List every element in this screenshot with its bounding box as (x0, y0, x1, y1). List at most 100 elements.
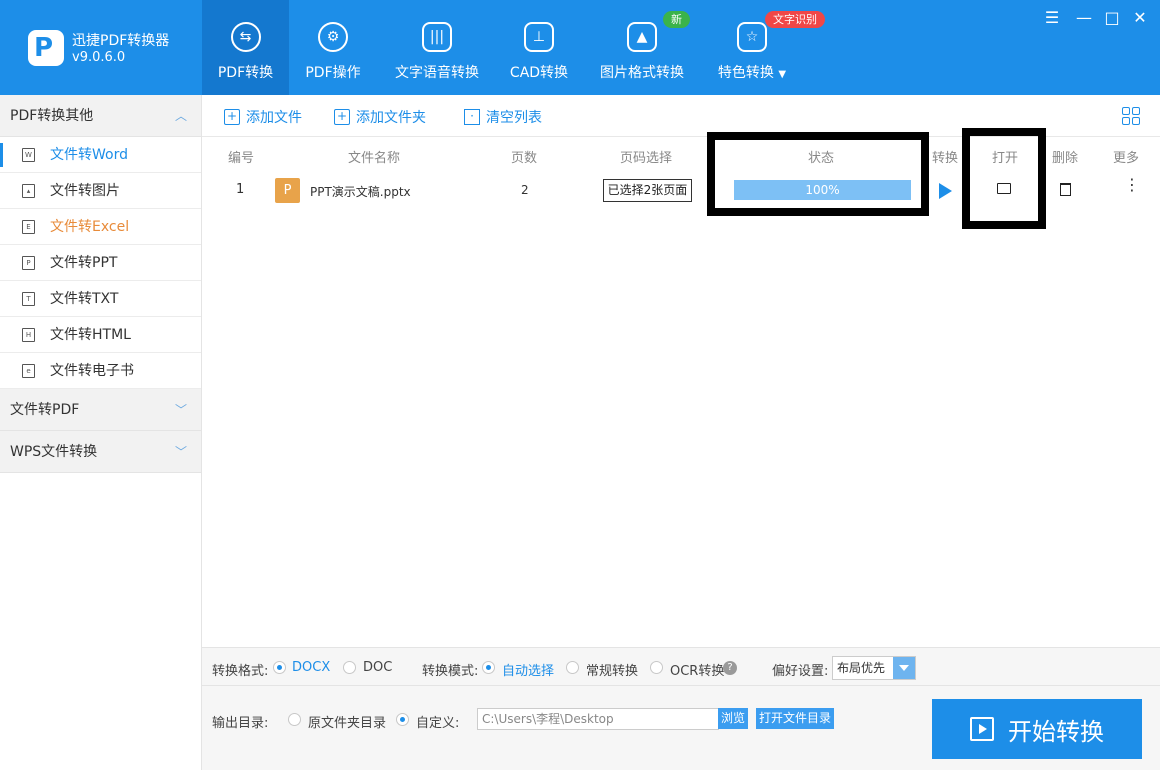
mode-normal-label[interactable]: 常规转换 (586, 660, 638, 679)
more-icon[interactable]: ⋮ (1124, 177, 1140, 193)
nav-label: 图片格式转换 (600, 65, 684, 81)
nav-label: 文字语音转换 (395, 65, 479, 81)
audio-wave-icon: ||| (422, 22, 452, 52)
play-icon[interactable] (939, 183, 952, 199)
row-index: 1 (236, 182, 245, 197)
output-path-input[interactable]: C:\Users\李程\Desktop (477, 708, 719, 730)
row-filename: PPT演示文稿.pptx (310, 185, 411, 199)
top-bar: P 迅捷PDF转换器 v9.0.6.0 ⇆ PDF转换 ⚙ PDF操作 ||| … (0, 0, 1160, 95)
app-version: v9.0.6.0 (72, 50, 126, 65)
app-name: 迅捷PDF转换器 (72, 33, 170, 49)
nav-pdf-ops[interactable]: ⚙ PDF操作 (289, 0, 377, 95)
pref-select[interactable]: 布局优先 (832, 656, 916, 680)
nav-cad[interactable]: ⊥ CAD转换 (502, 0, 576, 95)
close-icon[interactable]: ✕ (1130, 8, 1150, 27)
delete-icon[interactable] (1060, 183, 1071, 196)
format-label: 转换格式: (212, 664, 269, 679)
page-select-button[interactable]: 已选择2张页面 (603, 179, 692, 202)
pdf-convert-icon: ⇆ (230, 22, 261, 52)
image-icon: ▲ (627, 22, 657, 52)
output-label: 输出目录: (212, 716, 269, 731)
ppt-file-icon: P (22, 256, 35, 270)
dropdown-arrow-icon: ▼ (778, 69, 787, 80)
mode-ocr-label[interactable]: OCR转换 (670, 660, 724, 679)
format-doc-label[interactable]: DOC (363, 660, 392, 675)
star-icon: ☆ (737, 22, 767, 52)
ppt-file-icon: P (275, 178, 300, 203)
radio-normal[interactable] (566, 661, 579, 674)
radio-ocr[interactable] (650, 661, 663, 674)
radio-doc[interactable] (343, 661, 356, 674)
sidebar-item-to-txt[interactable]: T 文件转TXT (0, 281, 201, 317)
add-folder-icon: + (334, 109, 350, 125)
nav-label: CAD转换 (509, 65, 569, 81)
browse-button[interactable]: 浏览 (718, 708, 749, 729)
radio-original-dir[interactable] (288, 713, 301, 726)
menu-icon[interactable]: ☰ (1042, 8, 1062, 27)
image-file-icon: ▴ (22, 184, 35, 198)
radio-auto[interactable] (482, 661, 495, 674)
sidebar-group-to-pdf[interactable]: 文件转PDF ﹀ (0, 389, 201, 431)
gear-icon: ⚙ (318, 22, 348, 52)
sidebar: PDF转换其他 ︿ W 文件转Word ▴ 文件转图片 E 文件转Excel P… (0, 95, 202, 770)
sidebar-group-pdf-other[interactable]: PDF转换其他 ︿ (0, 95, 201, 137)
col-filename: 文件名称 (348, 151, 401, 166)
clear-list-button[interactable]: · 清空列表 (464, 107, 542, 127)
nav-label: PDF转换 (217, 65, 274, 81)
chevron-down-icon: ﹀ (174, 403, 187, 417)
mode-auto-label[interactable]: 自动选择 (502, 660, 554, 679)
sidebar-item-to-ppt[interactable]: P 文件转PPT (0, 245, 201, 281)
sidebar-item-to-image[interactable]: ▴ 文件转图片 (0, 173, 201, 209)
radio-docx[interactable] (273, 661, 286, 674)
chevron-up-icon: ︿ (174, 109, 187, 123)
play-icon (970, 717, 994, 741)
output-bar: 输出目录: 原文件夹目录 自定义: C:\Users\李程\Desktop 浏览… (202, 685, 1160, 770)
add-file-icon: + (224, 109, 240, 125)
sidebar-item-to-ebook[interactable]: e 文件转电子书 (0, 353, 201, 389)
add-folder-button[interactable]: + 添加文件夹 (334, 107, 426, 127)
options-bar: 转换格式: DOCX DOC 转换模式: 自动选择 常规转换 OCR转换 ? 偏… (202, 647, 1160, 685)
row-pages: 2 (521, 183, 529, 197)
grid-view-icon[interactable] (1122, 107, 1140, 125)
badge-ocr: 文字识别 (765, 11, 825, 28)
sidebar-item-to-html[interactable]: H 文件转HTML (0, 317, 201, 353)
excel-file-icon: E (22, 220, 35, 234)
nav-label: PDF操作 (305, 65, 361, 81)
col-index: 编号 (228, 151, 255, 166)
col-delete: 删除 (1052, 151, 1079, 166)
app-logo: P (28, 30, 64, 66)
trash-icon: · (464, 109, 480, 125)
txt-file-icon: T (22, 292, 35, 306)
chevron-down-icon (893, 657, 915, 679)
sidebar-item-to-excel[interactable]: E 文件转Excel (0, 209, 201, 245)
badge-new: 新 (663, 11, 690, 28)
add-file-button[interactable]: + 添加文件 (224, 107, 302, 127)
original-dir-label[interactable]: 原文件夹目录 (308, 712, 386, 731)
highlight-box-status (707, 132, 929, 216)
mode-label: 转换模式: (422, 664, 479, 679)
word-file-icon: W (22, 148, 35, 162)
minimize-icon[interactable]: — (1074, 8, 1094, 27)
start-convert-button[interactable]: 开始转换 (932, 699, 1142, 759)
cad-icon: ⊥ (524, 22, 554, 52)
sidebar-item-to-word[interactable]: W 文件转Word (0, 137, 201, 173)
custom-dir-label[interactable]: 自定义: (416, 712, 459, 731)
highlight-box-open (962, 128, 1046, 229)
nav-text-speech[interactable]: ||| 文字语音转换 (388, 0, 486, 95)
maximize-icon[interactable]: □ (1102, 8, 1122, 27)
help-icon[interactable]: ? (723, 661, 737, 675)
open-dir-button[interactable]: 打开文件目录 (756, 708, 835, 729)
chevron-down-icon: ﹀ (174, 445, 187, 459)
col-pages: 页数 (511, 151, 538, 166)
sidebar-group-wps[interactable]: WPS文件转换 ﹀ (0, 431, 201, 473)
html-file-icon: H (22, 328, 35, 342)
col-page-select: 页码选择 (620, 151, 673, 166)
radio-custom-dir[interactable] (396, 713, 409, 726)
col-more: 更多 (1113, 151, 1140, 166)
pref-label: 偏好设置: (772, 664, 829, 679)
nav-label: 特色转换 ▼ (717, 65, 787, 81)
nav-pdf-convert[interactable]: ⇆ PDF转换 (202, 0, 289, 95)
main-panel: + 添加文件 + 添加文件夹 · 清空列表 编号 文件名称 页数 页码选择 状态… (202, 95, 1160, 770)
format-docx-label[interactable]: DOCX (292, 660, 330, 675)
ebook-file-icon: e (22, 364, 35, 378)
